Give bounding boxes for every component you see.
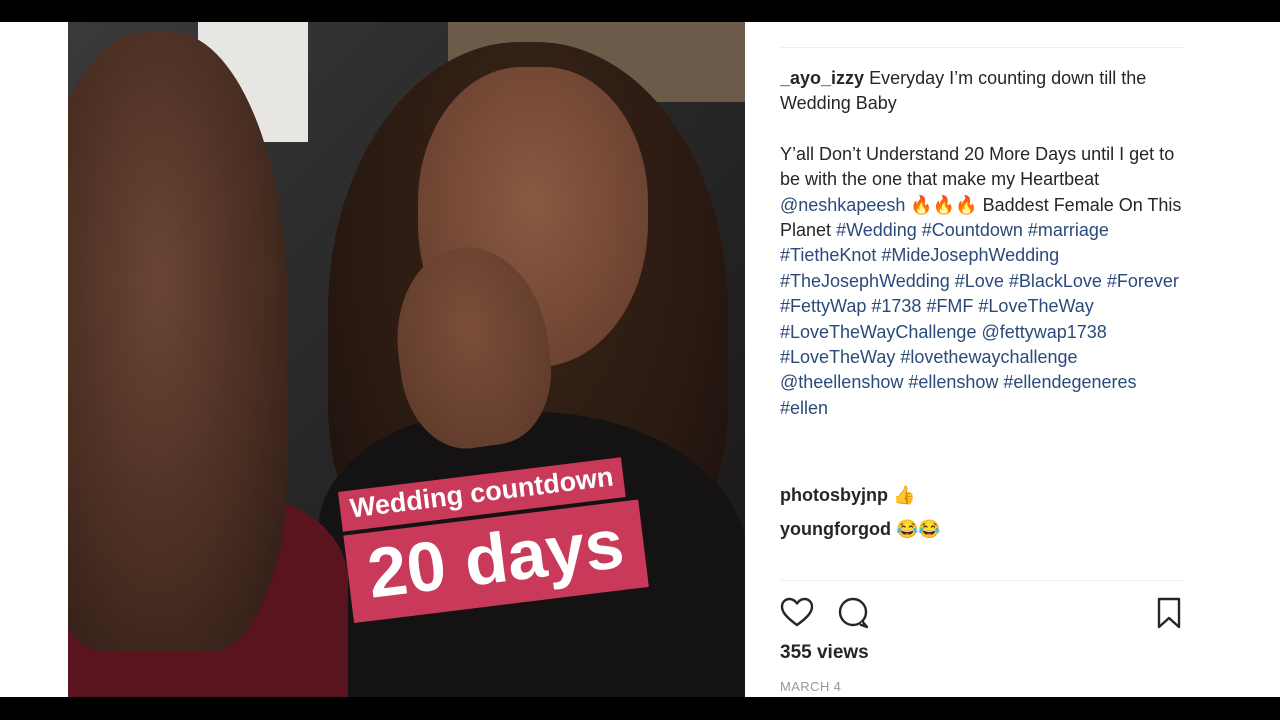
- caption-mention[interactable]: @neshkapeesh: [780, 195, 905, 215]
- comment-item: photosbyjnp 👍: [780, 478, 1184, 512]
- comment-username[interactable]: photosbyjnp: [780, 485, 888, 505]
- heart-icon[interactable]: [780, 596, 814, 630]
- fire-emojis: 🔥🔥🔥: [910, 194, 978, 215]
- comment-item: youngforgod 😂😂: [780, 512, 1184, 546]
- caption-username[interactable]: _ayo_izzy: [780, 68, 864, 88]
- comments-list: photosbyjnp 👍 youngforgod 😂😂: [780, 478, 1184, 546]
- caption-text-2: Y’all Don’t Understand 20 More Days unti…: [780, 143, 1175, 190]
- bookmark-icon[interactable]: [1152, 596, 1186, 630]
- divider: [780, 47, 1184, 48]
- post-caption: _ayo_izzy Everyday I’m counting down til…: [780, 66, 1184, 421]
- comment-username[interactable]: youngforgod: [780, 519, 891, 539]
- divider: [780, 580, 1184, 581]
- caption-hashtags[interactable]: #Wedding #Countdown #marriage #TietheKno…: [780, 220, 1179, 418]
- post-side-panel: _ayo_izzy Everyday I’m counting down til…: [780, 22, 1184, 697]
- comment-icon[interactable]: [836, 596, 870, 630]
- post-date[interactable]: MARCH 4: [780, 679, 841, 694]
- view-count[interactable]: 355 views: [780, 642, 869, 664]
- laughing-emoji: 😂😂: [896, 519, 941, 539]
- man-face: [68, 32, 288, 652]
- instagram-post-frame: Wedding countdown 20 days _ayo_izzy Ever…: [0, 22, 1280, 697]
- post-video[interactable]: Wedding countdown 20 days: [68, 22, 745, 697]
- thumbs-up-emoji: 👍: [893, 485, 916, 505]
- action-bar: [780, 596, 1184, 630]
